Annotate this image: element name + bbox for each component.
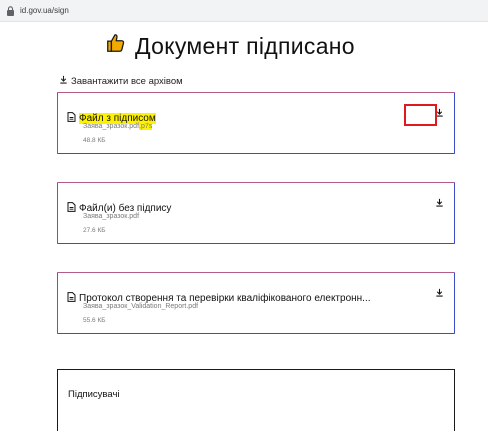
sign-result-page: Документ підписано Завантажити все архів… — [47, 22, 457, 435]
document-icon — [67, 289, 76, 307]
lock-icon — [6, 5, 15, 16]
annotation-highlight-box — [404, 104, 437, 126]
file-filename: Заява_зразок.pdf — [83, 213, 140, 220]
file-size: 27.6 КБ — [83, 227, 106, 234]
url-text: id.gov.ua/sign — [20, 6, 69, 15]
download-button[interactable] — [433, 287, 445, 299]
file-name[interactable]: Файл з підписом — [79, 112, 156, 124]
download-button[interactable] — [433, 197, 445, 209]
download-icon — [435, 284, 444, 302]
file-size: 55.6 КБ — [83, 317, 106, 324]
download-all-label: Завантажити все архівом — [71, 75, 183, 87]
download-all-link[interactable]: Завантажити все архівом — [59, 75, 183, 87]
file-name[interactable]: Файл(и) без підпису — [79, 203, 171, 214]
signers-section: Підписувачі — [57, 369, 455, 431]
file-size: 48.8 КБ — [83, 137, 106, 144]
file-filename: Заява_зразок_Validation_Report.pdf — [83, 303, 199, 310]
document-icon — [67, 199, 76, 217]
download-icon — [435, 194, 444, 212]
file-extension: .p7s — [139, 123, 153, 130]
page-title: Документ підписано — [105, 32, 355, 60]
address-bar[interactable]: id.gov.ua/sign — [0, 0, 488, 22]
download-icon — [59, 75, 68, 87]
page-title-text: Документ підписано — [135, 32, 355, 59]
file-name[interactable]: Протокол створення та перевірки кваліфік… — [79, 293, 371, 304]
file-card-signed: Файл з підписом Заява_зразок.pdf.p7s 48.… — [57, 92, 455, 154]
file-card-unsigned: Файл(и) без підпису Заява_зразок.pdf 27.… — [57, 182, 455, 244]
file-filename: Заява_зразок.pdf.p7s — [83, 123, 153, 130]
file-card-protocol: Протокол створення та перевірки кваліфік… — [57, 272, 455, 334]
thumbs-up-icon — [105, 32, 127, 60]
signers-label: Підписувачі — [68, 389, 120, 400]
document-icon — [67, 109, 76, 127]
